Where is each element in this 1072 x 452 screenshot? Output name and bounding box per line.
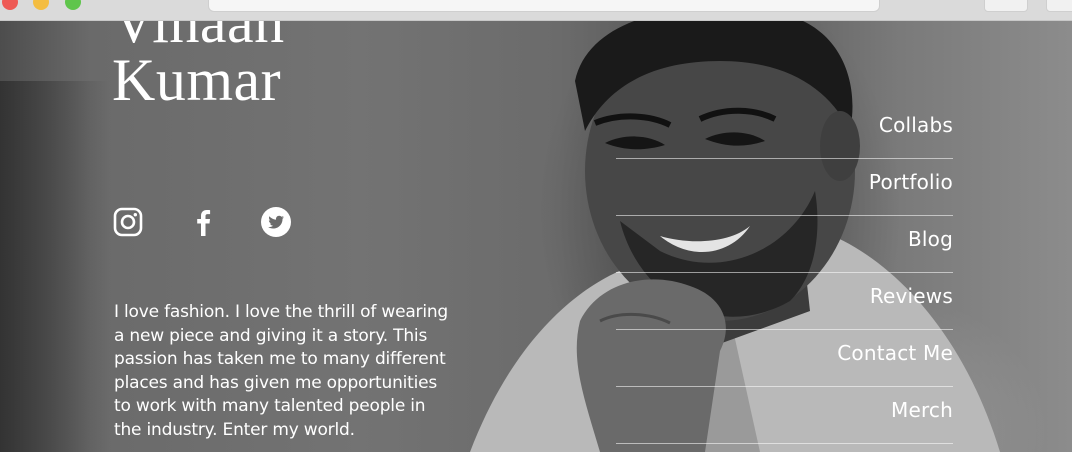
- maximize-window-button[interactable]: [65, 0, 81, 10]
- close-window-button[interactable]: [2, 0, 18, 10]
- name-last: Kumar: [112, 47, 282, 113]
- page-title: Vihaan Kumar: [112, 21, 285, 113]
- main-nav: Collabs Portfolio Blog Reviews Contact M…: [616, 102, 953, 444]
- browser-chrome: [0, 0, 1072, 21]
- nav-item-portfolio[interactable]: Portfolio: [616, 159, 953, 216]
- facebook-icon[interactable]: [189, 207, 219, 237]
- twitter-icon[interactable]: [261, 207, 291, 237]
- nav-item-merch[interactable]: Merch: [616, 387, 953, 444]
- browser-toolbar-button[interactable]: [984, 0, 1028, 12]
- browser-toolbar-button[interactable]: [1046, 0, 1072, 12]
- bio-text: I love fashion. I love the thrill of wea…: [114, 302, 449, 440]
- nav-item-collabs[interactable]: Collabs: [616, 102, 953, 159]
- address-bar[interactable]: [208, 0, 880, 12]
- nav-item-contact-me[interactable]: Contact Me: [616, 330, 953, 387]
- minimize-window-button[interactable]: [33, 0, 49, 10]
- hero-section: Vihaan Kumar I love fashion. I love the …: [0, 21, 1072, 452]
- nav-item-reviews[interactable]: Reviews: [616, 273, 953, 330]
- instagram-icon[interactable]: [113, 207, 143, 237]
- nav-item-blog[interactable]: Blog: [616, 216, 953, 273]
